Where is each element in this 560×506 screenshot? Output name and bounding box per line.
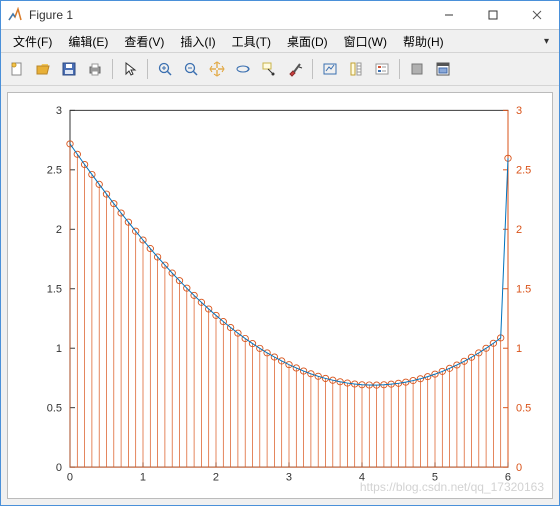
menubar: 文件(F) 编辑(E) 查看(V) 插入(I) 工具(T) 桌面(D) 窗口(W… [1, 30, 559, 52]
svg-text:1.5: 1.5 [47, 284, 62, 296]
minimize-button[interactable] [427, 1, 471, 29]
zoom-out-button[interactable] [179, 57, 203, 81]
brush-button[interactable] [283, 57, 307, 81]
colorbar-button[interactable] [344, 57, 368, 81]
svg-text:3: 3 [516, 105, 522, 117]
zoom-in-button[interactable] [153, 57, 177, 81]
menu-view[interactable]: 查看(V) [116, 31, 172, 52]
svg-text:2: 2 [56, 224, 62, 236]
svg-text:0: 0 [56, 462, 62, 474]
toolbar-separator [312, 59, 313, 79]
matlab-icon [7, 7, 23, 23]
save-button[interactable] [57, 57, 81, 81]
svg-text:3: 3 [56, 105, 62, 117]
svg-text:1: 1 [56, 343, 62, 355]
svg-text:0: 0 [67, 472, 73, 484]
menu-file[interactable]: 文件(F) [5, 31, 60, 52]
legend-button[interactable] [370, 57, 394, 81]
menu-help[interactable]: 帮助(H) [395, 31, 452, 52]
figure-area: 012345600.511.522.5300.511.522.53 https:… [1, 86, 559, 505]
figure-window: Figure 1 文件(F) 编辑(E) 查看(V) 插入(I) 工具(T) 桌… [0, 0, 560, 506]
close-button[interactable] [515, 1, 559, 29]
svg-text:2.5: 2.5 [47, 165, 62, 177]
svg-text:6: 6 [505, 472, 511, 484]
svg-text:2.5: 2.5 [516, 165, 531, 177]
titlebar: Figure 1 [1, 1, 559, 30]
menu-overflow-icon[interactable]: ▾ [538, 36, 555, 47]
svg-text:5: 5 [432, 472, 438, 484]
window-title: Figure 1 [29, 8, 427, 22]
datacursor-button[interactable] [257, 57, 281, 81]
link-button[interactable] [318, 57, 342, 81]
svg-text:1: 1 [140, 472, 146, 484]
axes[interactable]: 012345600.511.522.5300.511.522.53 https:… [7, 92, 553, 499]
toolbar [1, 52, 559, 86]
plot-svg: 012345600.511.522.5300.511.522.53 [8, 93, 552, 498]
svg-text:1.5: 1.5 [516, 284, 531, 296]
menu-edit[interactable]: 编辑(E) [60, 31, 116, 52]
print-button[interactable] [83, 57, 107, 81]
pointer-button[interactable] [118, 57, 142, 81]
svg-text:2: 2 [213, 472, 219, 484]
svg-text:4: 4 [359, 472, 365, 484]
svg-text:0.5: 0.5 [47, 403, 62, 415]
toolbar-separator [112, 59, 113, 79]
menu-tools[interactable]: 工具(T) [224, 31, 279, 52]
svg-text:1: 1 [516, 343, 522, 355]
new-figure-button[interactable] [5, 57, 29, 81]
svg-text:2: 2 [516, 224, 522, 236]
rotate3d-button[interactable] [231, 57, 255, 81]
window-buttons [427, 1, 559, 29]
toolbar-separator [147, 59, 148, 79]
menu-window[interactable]: 窗口(W) [336, 31, 395, 52]
svg-text:3: 3 [286, 472, 292, 484]
maximize-button[interactable] [471, 1, 515, 29]
svg-text:0.5: 0.5 [516, 403, 531, 415]
pan-button[interactable] [205, 57, 229, 81]
menu-desktop[interactable]: 桌面(D) [279, 31, 336, 52]
dock-button[interactable] [431, 57, 455, 81]
toolbar-separator [399, 59, 400, 79]
svg-text:0: 0 [516, 462, 522, 474]
open-button[interactable] [31, 57, 55, 81]
menu-insert[interactable]: 插入(I) [172, 31, 223, 52]
hide-tools-button[interactable] [405, 57, 429, 81]
